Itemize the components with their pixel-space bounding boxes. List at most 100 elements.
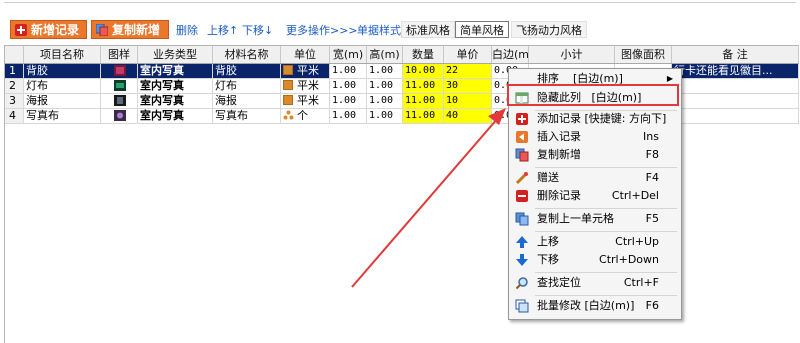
menu-copy-prev-cell-label: 复制上一单元格	[537, 212, 614, 225]
add-icon	[15, 23, 27, 36]
cell-unit[interactable]: 个	[281, 109, 330, 124]
menu-add-record-label: 添加记录 [快捷键: 方向下]	[537, 112, 667, 125]
cell-item-name[interactable]: 海报	[24, 94, 101, 109]
cell-quantity[interactable]: 11.00	[403, 109, 444, 124]
unit-text: 平米	[297, 94, 319, 107]
new-record-label: 新增记录	[31, 23, 80, 37]
menu-find-label: 查找定位	[537, 276, 581, 289]
unit-text: 平米	[297, 79, 319, 92]
menu-move-down-shortcut: Ctrl+Down	[599, 253, 659, 266]
cell-height[interactable]: 1.00	[367, 109, 403, 124]
cell-width[interactable]: 1.00	[330, 64, 367, 79]
insert-record-icon	[515, 130, 529, 144]
cell-unit[interactable]: 平米	[281, 64, 330, 79]
cell-quantity[interactable]: 10.00	[403, 64, 444, 79]
menu-gift-label: 赠送	[537, 171, 559, 184]
cell-item-name[interactable]: 灯布	[24, 79, 101, 94]
header-unit[interactable]: 单位	[281, 46, 330, 63]
delete-link[interactable]: 删除	[176, 22, 198, 38]
cell-business-type[interactable]: 室内写真	[138, 109, 213, 124]
row-number: 4	[5, 109, 24, 124]
tab-standard-style[interactable]: 标准风格	[401, 21, 455, 38]
cell-quantity[interactable]: 11.00	[403, 94, 444, 109]
cell-pattern[interactable]	[101, 64, 138, 79]
cell-material-name[interactable]: 海报	[213, 94, 281, 109]
header-height[interactable]: 高(m)	[367, 46, 403, 63]
cell-remark[interactable]: 行卡还能看见徽目...	[672, 64, 799, 79]
menu-item-move-up[interactable]: 上移 Ctrl+Up	[509, 232, 681, 252]
row-number: 3	[5, 94, 24, 109]
header-item-name[interactable]: 项目名称	[24, 46, 101, 63]
menu-item-insert-record[interactable]: 插入记录 Ins	[509, 127, 681, 147]
cell-remark[interactable]	[672, 79, 799, 94]
cell-business-type[interactable]: 室内写真	[138, 64, 213, 79]
header-material-name[interactable]: 材料名称	[213, 46, 281, 63]
search-icon	[515, 276, 529, 290]
cell-height[interactable]: 1.00	[367, 94, 403, 109]
menu-item-copy-prev-cell[interactable]: 复制上一单元格 F5	[509, 209, 681, 229]
menu-item-move-down[interactable]: 下移 Ctrl+Down	[509, 250, 681, 270]
copy-new-label: 复制新增	[112, 23, 161, 37]
cell-remark[interactable]	[672, 94, 799, 109]
cell-price[interactable]: 30	[444, 79, 492, 94]
cell-price[interactable]: 40	[444, 109, 492, 124]
arrow-up-icon	[515, 235, 529, 249]
menu-copy-new-label: 复制新增	[537, 148, 581, 161]
header-edge[interactable]: 白边(m)	[492, 46, 529, 63]
menu-find-shortcut: Ctrl+F	[623, 276, 659, 289]
cell-item-name[interactable]: 写真布	[24, 109, 101, 124]
copy-new-button[interactable]: 复制新增	[91, 20, 169, 39]
cell-material-name[interactable]: 灯布	[213, 79, 281, 94]
pattern-thumbnail-icon	[114, 80, 126, 91]
header-remark[interactable]: 备 注	[672, 46, 799, 63]
cell-pattern[interactable]	[101, 109, 138, 124]
grid-header: 项目名称 图样 业务类型 材料名称 单位 宽(m) 高(m) 数量 单价 白边(…	[5, 46, 799, 64]
cell-height[interactable]: 1.00	[367, 79, 403, 94]
cell-height[interactable]: 1.00	[367, 64, 403, 79]
cell-width[interactable]: 1.00	[330, 94, 367, 109]
cell-width[interactable]: 1.00	[330, 79, 367, 94]
menu-item-batch-edit[interactable]: 批量修改 [白边(m)] F6	[509, 296, 681, 316]
tab-simple-style[interactable]: 简单风格	[455, 21, 509, 38]
cell-business-type[interactable]: 室内写真	[138, 94, 213, 109]
menu-insert-record-label: 插入记录	[537, 130, 581, 143]
header-quantity[interactable]: 数量	[403, 46, 444, 63]
tab-feiyang-style[interactable]: 飞扬动力风格	[511, 21, 587, 38]
new-record-button[interactable]: 新增记录	[10, 20, 87, 39]
menu-item-delete-record[interactable]: 删除记录 Ctrl+Del	[509, 186, 681, 206]
menu-item-add-record[interactable]: 添加记录 [快捷键: 方向下]	[509, 109, 681, 129]
cell-price[interactable]: 10	[444, 94, 492, 109]
move-down-link[interactable]: 下移↓	[242, 22, 273, 38]
menu-item-gift[interactable]: 赠送 F4	[509, 168, 681, 188]
toolbar-divider	[4, 2, 796, 3]
header-business-type[interactable]: 业务类型	[138, 46, 213, 63]
cell-price[interactable]: 22	[444, 64, 492, 79]
cell-pattern[interactable]	[101, 94, 138, 109]
header-subtotal[interactable]: 小计	[529, 46, 615, 63]
cell-unit[interactable]: 平米	[281, 94, 330, 109]
cell-remark[interactable]	[672, 109, 799, 124]
menu-item-find[interactable]: 查找定位 Ctrl+F	[509, 273, 681, 293]
menu-copy-prev-cell-shortcut: F5	[645, 212, 659, 225]
cell-material-name[interactable]: 写真布	[213, 109, 281, 124]
cell-quantity[interactable]: 11.00	[403, 79, 444, 94]
more-ops-link[interactable]: 更多操作>>>	[286, 22, 358, 38]
header-image-area[interactable]: 图像面积	[615, 46, 672, 63]
cell-material-name[interactable]: 背胶	[213, 64, 281, 79]
header-width[interactable]: 宽(m)	[330, 46, 367, 63]
header-price[interactable]: 单价	[444, 46, 492, 63]
menu-insert-record-shortcut: Ins	[643, 130, 659, 143]
cell-unit[interactable]: 平米	[281, 79, 330, 94]
cell-item-name[interactable]: 背胶	[24, 64, 101, 79]
header-pattern[interactable]: 图样	[101, 46, 138, 63]
form-style-link[interactable]: 单据样式	[357, 22, 401, 38]
batch-edit-icon	[515, 299, 529, 313]
menu-item-copy-new[interactable]: 复制新增 F8	[509, 145, 681, 165]
cell-business-type[interactable]: 室内写真	[138, 79, 213, 94]
unit-swatch-icon	[283, 80, 293, 90]
menu-move-down-label: 下移	[537, 253, 559, 266]
cell-pattern[interactable]	[101, 79, 138, 94]
cell-width[interactable]: 1.00	[330, 109, 367, 124]
menu-batch-edit-shortcut: F6	[645, 299, 659, 312]
move-up-link[interactable]: 上移↑	[207, 22, 238, 38]
